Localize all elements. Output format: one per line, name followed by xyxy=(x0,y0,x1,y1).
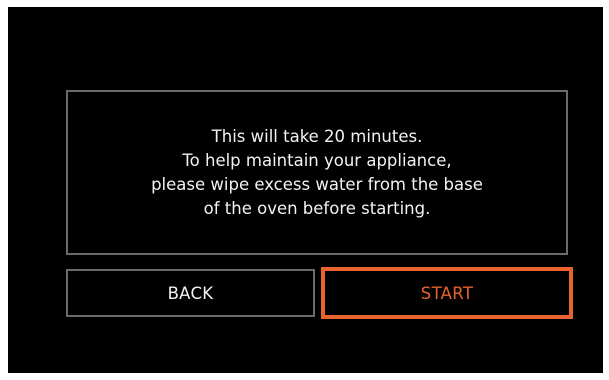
back-button[interactable]: BACK xyxy=(66,269,315,317)
oven-display-screen: This will take 20 minutes. To help maint… xyxy=(8,7,603,373)
message-line-1: This will take 20 minutes. xyxy=(211,126,423,146)
back-button-label: BACK xyxy=(167,283,214,303)
message-panel: This will take 20 minutes. To help maint… xyxy=(66,90,568,255)
message-line-3: please wipe excess water from the base xyxy=(151,174,483,194)
message-line-4: of the oven before starting. xyxy=(203,198,431,218)
start-button-label: START xyxy=(420,283,474,303)
start-button[interactable]: START xyxy=(321,267,573,319)
message-line-2: To help maintain your appliance, xyxy=(182,150,452,170)
